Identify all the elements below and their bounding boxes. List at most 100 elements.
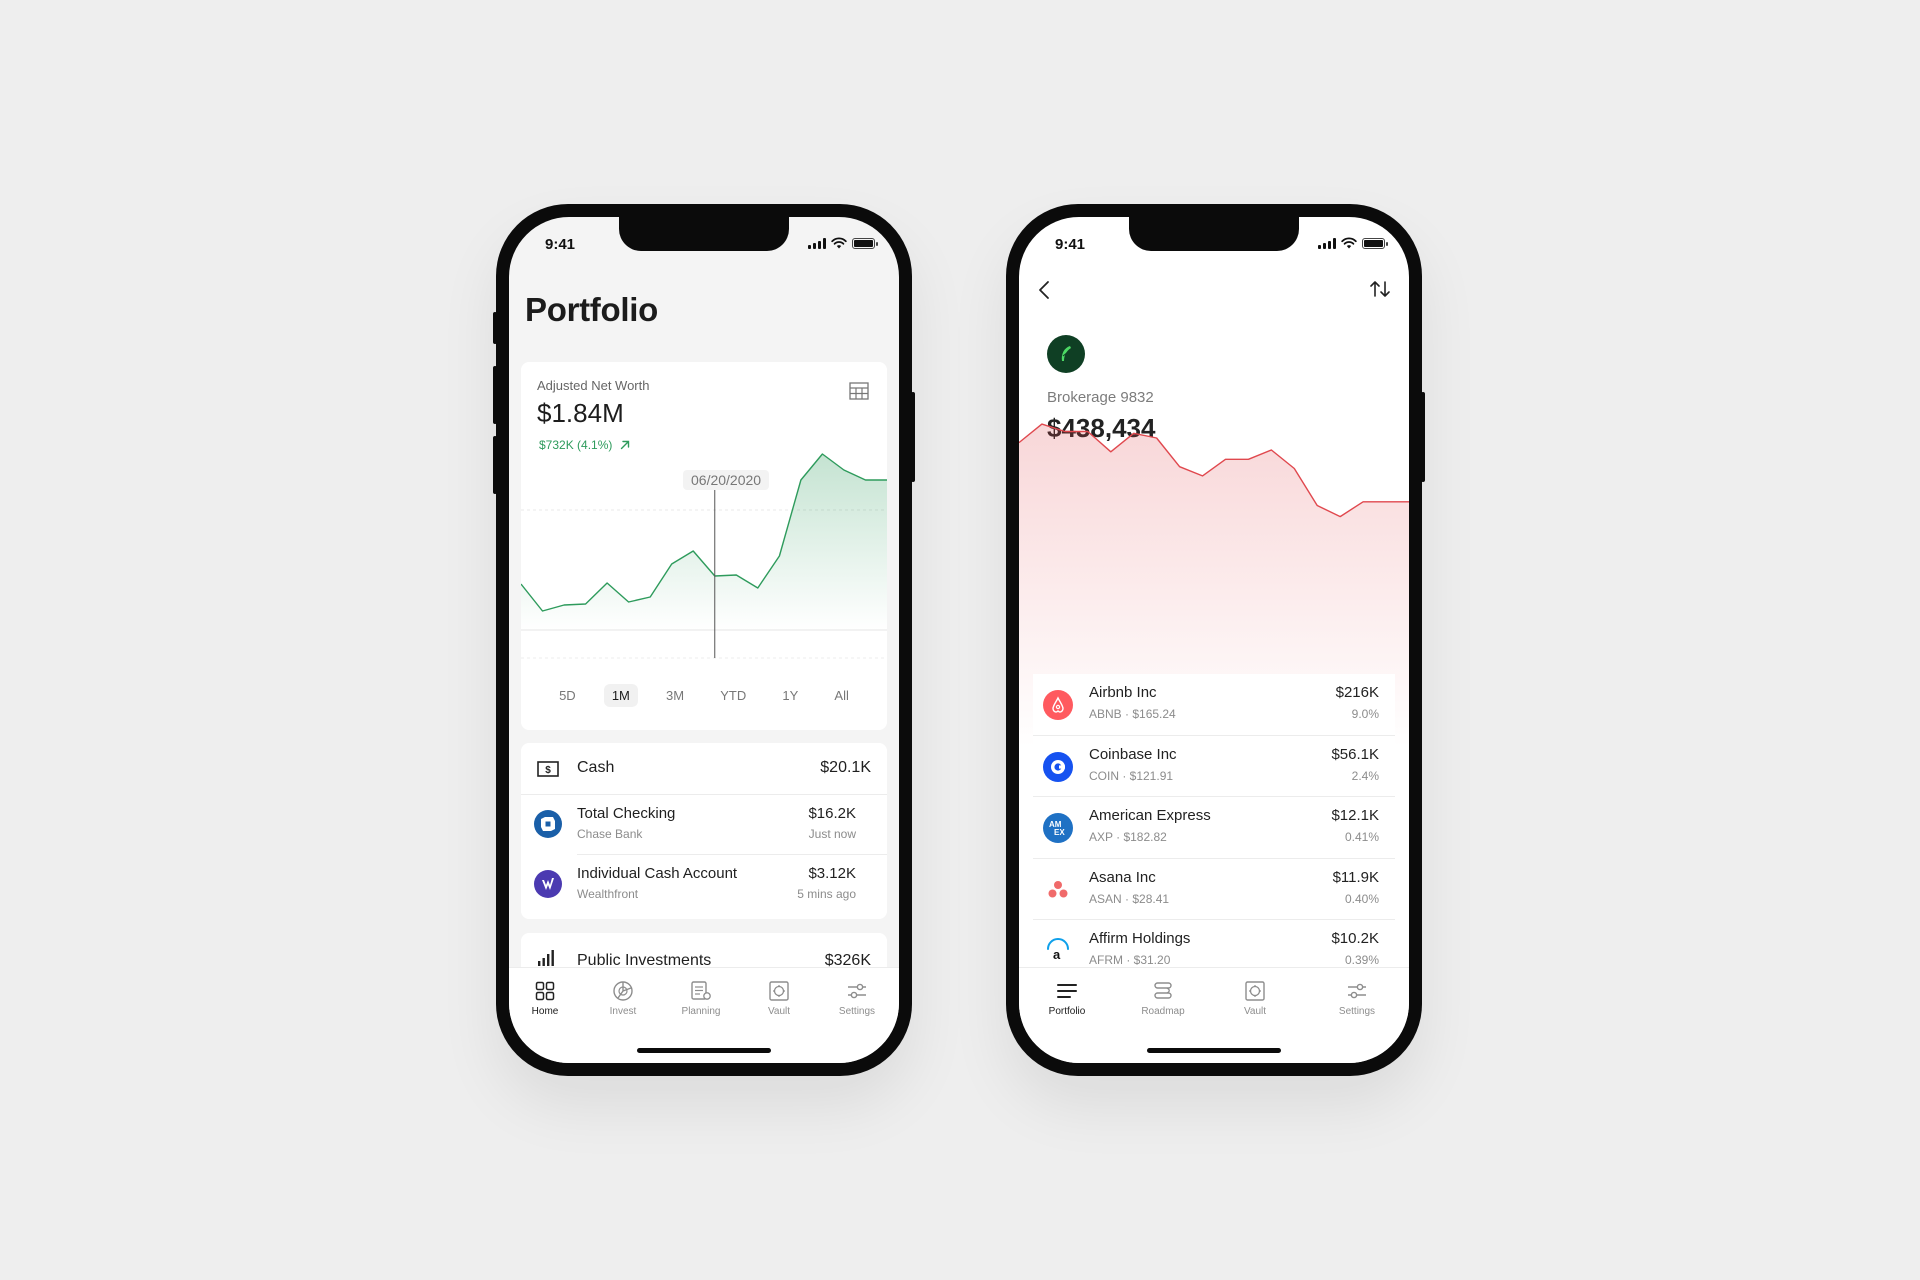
tab-home[interactable]: Home bbox=[509, 978, 581, 1017]
tab-label: Planning bbox=[681, 1006, 721, 1017]
asana-logo-icon bbox=[1043, 874, 1073, 905]
account-amount: $3.12K bbox=[808, 865, 856, 882]
status-icons bbox=[1318, 237, 1388, 249]
range-tab-3m[interactable]: 3M bbox=[658, 684, 692, 707]
page-title: Portfolio bbox=[525, 291, 658, 328]
tab-planning[interactable]: Planning bbox=[665, 978, 737, 1017]
tab-bar: Home Invest Planning Vault Settings bbox=[509, 967, 899, 1063]
planning-icon bbox=[691, 981, 711, 1000]
bar-chart-icon bbox=[538, 950, 554, 966]
account-institution: Chase Bank bbox=[577, 827, 643, 841]
status-icons bbox=[808, 237, 878, 249]
cash-title: Cash bbox=[577, 759, 615, 776]
holding-percent: 2.4% bbox=[1351, 768, 1379, 783]
back-chevron-icon[interactable] bbox=[1037, 279, 1051, 301]
coinbase-logo-icon bbox=[1043, 751, 1073, 782]
robinhood-logo-icon bbox=[1047, 335, 1085, 373]
chase-logo-icon bbox=[534, 810, 562, 838]
holding-value: $11.9K bbox=[1332, 868, 1379, 886]
range-tab-ytd[interactable]: YTD bbox=[712, 684, 754, 707]
grid-icon bbox=[535, 981, 555, 1001]
tab-label: Vault bbox=[1243, 1006, 1267, 1017]
tab-label: Roadmap bbox=[1141, 1006, 1185, 1017]
cash-icon: $ bbox=[537, 761, 559, 777]
tab-settings[interactable]: Settings bbox=[821, 978, 893, 1017]
holding-row-asana[interactable]: Asana Inc ASAN · $28.41 $11.9K 0.40% bbox=[1033, 859, 1395, 920]
battery-icon bbox=[852, 237, 878, 249]
range-tab-5d[interactable]: 5D bbox=[551, 684, 584, 707]
holding-percent: 0.40% bbox=[1344, 891, 1379, 906]
tab-roadmap[interactable]: Roadmap bbox=[1127, 978, 1199, 1017]
power-button bbox=[911, 392, 915, 482]
holding-detail: ABNB · $165.24 bbox=[1089, 707, 1176, 721]
account-row-total-checking[interactable]: Total Checking Chase Bank $16.2K Just no… bbox=[521, 795, 887, 855]
holding-detail: AFRM · $31.20 bbox=[1089, 953, 1171, 967]
holding-row-amex[interactable]: AM EX American Express AXP · $182.82 $12… bbox=[1033, 797, 1395, 859]
account-name: Brokerage 9832 bbox=[1047, 389, 1154, 406]
cash-header[interactable]: $ Cash $20.1K bbox=[521, 743, 887, 795]
vault-icon bbox=[769, 981, 789, 1001]
svg-text:EX: EX bbox=[1054, 828, 1065, 837]
holding-name: Coinbase Inc bbox=[1089, 745, 1177, 763]
holding-value: $12.1K bbox=[1331, 807, 1379, 824]
range-tab-all[interactable]: All bbox=[826, 684, 856, 707]
account-row-individual-cash[interactable]: Individual Cash Account Wealthfront $3.1… bbox=[521, 855, 887, 915]
wealthfront-logo-icon bbox=[534, 870, 562, 898]
sort-icon[interactable] bbox=[1369, 279, 1391, 299]
tab-invest[interactable]: Invest bbox=[587, 978, 659, 1017]
chart-date-tooltip: 06/20/2020 bbox=[683, 470, 770, 490]
status-time: 9:41 bbox=[1055, 236, 1086, 253]
holding-name: Affirm Holdings bbox=[1089, 930, 1191, 947]
account-amount: $16.2K bbox=[808, 805, 856, 822]
screen: 9:41 Portfolio Adjusted Net Worth $1.84M… bbox=[509, 217, 899, 1063]
mute-switch bbox=[493, 312, 497, 344]
net-worth-chart[interactable] bbox=[521, 362, 887, 672]
power-button bbox=[1421, 392, 1425, 482]
account-updated: Just now bbox=[808, 827, 856, 841]
list-icon bbox=[1057, 984, 1077, 998]
tab-label: Home bbox=[531, 1006, 559, 1017]
svg-text:$: $ bbox=[545, 765, 551, 776]
holding-value: $56.1K bbox=[1331, 745, 1379, 763]
range-tab-1m[interactable]: 1M bbox=[603, 684, 638, 707]
range-tab-1y[interactable]: 1Y bbox=[774, 684, 806, 707]
holding-name: Airbnb Inc bbox=[1089, 684, 1157, 701]
holding-row-coinbase[interactable]: Coinbase Inc COIN · $121.91 $56.1K 2.4% bbox=[1033, 736, 1395, 797]
holding-value: $10.2K bbox=[1331, 930, 1379, 947]
holding-row-airbnb[interactable]: Airbnb Inc ABNB · $165.24 $216K 9.0% bbox=[1033, 674, 1395, 736]
tab-settings[interactable]: Settings bbox=[1321, 978, 1393, 1017]
wifi-icon bbox=[831, 237, 847, 249]
affirm-logo-icon: a bbox=[1043, 936, 1073, 966]
holding-percent: 9.0% bbox=[1351, 707, 1379, 721]
tab-label: Settings bbox=[1338, 1006, 1376, 1017]
volume-down-button bbox=[493, 436, 497, 494]
holding-detail: COIN · $121.91 bbox=[1089, 768, 1174, 783]
holding-detail: AXP · $182.82 bbox=[1089, 830, 1167, 844]
tab-bar: Portfolio Roadmap Vault Settings bbox=[1019, 967, 1409, 1063]
notch bbox=[1129, 217, 1299, 251]
account-name: Individual Cash Account bbox=[577, 865, 738, 882]
phone-brokerage: 9:41 Brokerage 9832 $438,434 Airbnb Inc … bbox=[1006, 204, 1425, 1076]
range-tabs: 5D 1M 3M YTD 1Y All bbox=[521, 684, 887, 707]
home-indicator bbox=[637, 1048, 771, 1053]
tab-portfolio[interactable]: Portfolio bbox=[1031, 978, 1103, 1017]
roadmap-icon bbox=[1154, 982, 1172, 999]
cash-card: $ Cash $20.1K Total Checking Chase Bank … bbox=[521, 743, 887, 919]
amex-logo-icon: AM EX bbox=[1043, 813, 1073, 843]
cash-total: $20.1K bbox=[820, 759, 871, 776]
holding-value: $216K bbox=[1335, 684, 1379, 701]
battery-icon bbox=[1362, 237, 1388, 249]
tab-vault[interactable]: Vault bbox=[1219, 978, 1291, 1017]
tab-label: Invest bbox=[609, 1006, 637, 1017]
holdings-list: Airbnb Inc ABNB · $165.24 $216K 9.0% Coi… bbox=[1033, 674, 1395, 982]
vault-icon bbox=[1245, 981, 1265, 1001]
status-time: 9:41 bbox=[545, 236, 576, 253]
account-updated: 5 mins ago bbox=[797, 887, 856, 901]
tab-label: Settings bbox=[838, 1006, 876, 1017]
tab-vault[interactable]: Vault bbox=[743, 978, 815, 1017]
net-worth-card[interactable]: Adjusted Net Worth $1.84M $732K (4.1%) 0… bbox=[521, 362, 887, 730]
holding-percent: 0.41% bbox=[1344, 830, 1379, 844]
holding-detail: ASAN · $28.41 bbox=[1089, 891, 1170, 906]
signal-icon bbox=[808, 237, 826, 249]
notch bbox=[619, 217, 789, 251]
